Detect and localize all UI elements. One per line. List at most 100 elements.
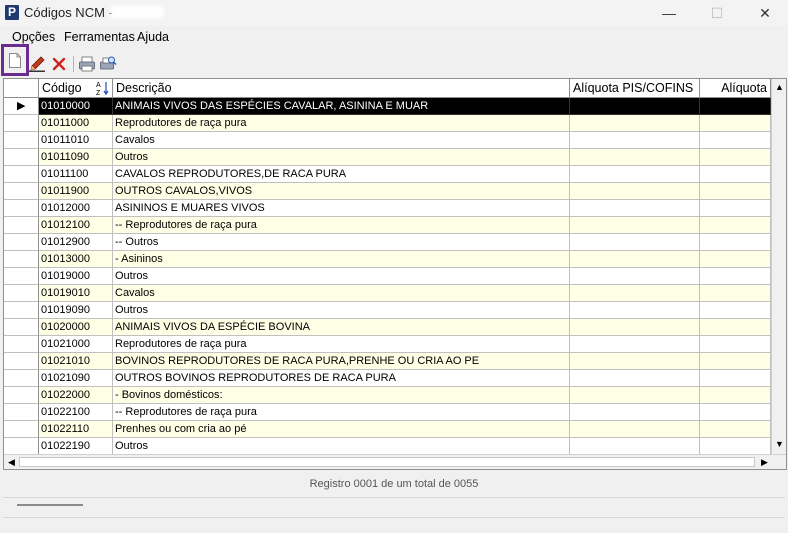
cell-descricao[interactable]: Reprodutores de raça pura — [113, 115, 570, 132]
cell-aliquota-pis-cofins[interactable] — [570, 166, 700, 183]
scroll-up-icon[interactable]: ▲ — [772, 80, 786, 95]
table-row[interactable]: 01012000 ASININOS E MUARES VIVOS — [4, 200, 771, 217]
cell-descricao[interactable]: BOVINOS REPRODUTORES DE RACA PURA,PRENHE… — [113, 353, 570, 370]
table-row[interactable]: 01011010 Cavalos — [4, 132, 771, 149]
cell-aliquota-pis-cofins[interactable] — [570, 421, 700, 438]
cell-codigo[interactable]: 01020000 — [39, 319, 113, 336]
row-indicator[interactable] — [4, 132, 39, 149]
cell-aliquota[interactable] — [700, 98, 771, 115]
row-indicator[interactable] — [4, 319, 39, 336]
table-row[interactable]: 01012100 -- Reprodutores de raça pura — [4, 217, 771, 234]
cell-aliquota[interactable] — [700, 268, 771, 285]
cell-aliquota-pis-cofins[interactable] — [570, 370, 700, 387]
cell-aliquota[interactable] — [700, 285, 771, 302]
table-row[interactable]: 01020000 ANIMAIS VIVOS DA ESPÉCIE BOVINA — [4, 319, 771, 336]
table-row[interactable]: 01022190 Outros — [4, 438, 771, 455]
cell-descricao[interactable]: ASININOS E MUARES VIVOS — [113, 200, 570, 217]
cell-descricao[interactable]: Reprodutores de raça pura — [113, 336, 570, 353]
minimize-button[interactable]: — — [646, 0, 692, 26]
row-indicator[interactable] — [4, 183, 39, 200]
row-indicator[interactable] — [4, 115, 39, 132]
row-indicator[interactable] — [4, 217, 39, 234]
cell-aliquota-pis-cofins[interactable] — [570, 302, 700, 319]
horizontal-scroll-thumb[interactable] — [19, 457, 755, 467]
close-button[interactable]: ✕ — [742, 0, 788, 26]
column-header-codigo[interactable]: Código AZ — [39, 79, 113, 97]
cell-aliquota[interactable] — [700, 217, 771, 234]
row-indicator[interactable] — [4, 421, 39, 438]
cell-aliquota-pis-cofins[interactable] — [570, 319, 700, 336]
cell-codigo[interactable]: 01011000 — [39, 115, 113, 132]
cell-aliquota[interactable] — [700, 115, 771, 132]
row-indicator[interactable] — [4, 438, 39, 455]
table-row[interactable]: 01022000- Bovinos domésticos: — [4, 387, 771, 404]
cell-aliquota[interactable] — [700, 251, 771, 268]
vertical-scrollbar[interactable]: ▲ ▼ — [771, 79, 786, 454]
cell-codigo[interactable]: 01022000 — [39, 387, 113, 404]
cell-aliquota-pis-cofins[interactable] — [570, 336, 700, 353]
cell-codigo[interactable]: 01022110 — [39, 421, 113, 438]
cell-aliquota[interactable] — [700, 319, 771, 336]
scroll-down-icon[interactable]: ▼ — [772, 437, 786, 452]
cell-descricao[interactable]: -- Reprodutores de raça pura — [113, 217, 570, 234]
table-row[interactable]: 01012900 -- Outros — [4, 234, 771, 251]
row-indicator[interactable] — [4, 353, 39, 370]
row-indicator[interactable] — [4, 302, 39, 319]
cell-aliquota[interactable] — [700, 421, 771, 438]
cell-aliquota-pis-cofins[interactable] — [570, 183, 700, 200]
cell-aliquota-pis-cofins[interactable] — [570, 285, 700, 302]
cell-aliquota[interactable] — [700, 370, 771, 387]
maximize-button[interactable]: ☐ — [694, 0, 740, 26]
cell-codigo[interactable]: 01019000 — [39, 268, 113, 285]
cell-codigo[interactable]: 01021090 — [39, 370, 113, 387]
table-row[interactable]: 01011090 Outros — [4, 149, 771, 166]
row-indicator[interactable] — [4, 251, 39, 268]
cell-codigo[interactable]: 01021000 — [39, 336, 113, 353]
cell-codigo[interactable]: 01019010 — [39, 285, 113, 302]
cell-descricao[interactable]: -- Reprodutores de raça pura — [113, 404, 570, 421]
cell-codigo[interactable]: 01011010 — [39, 132, 113, 149]
column-header-aliquota-pis-cofins[interactable]: Alíquota PIS/COFINS — [570, 79, 700, 97]
row-indicator[interactable] — [4, 404, 39, 421]
cell-aliquota[interactable] — [700, 149, 771, 166]
delete-button[interactable] — [49, 54, 69, 74]
row-indicator[interactable] — [4, 336, 39, 353]
table-row[interactable]: 01011900 OUTROS CAVALOS,VIVOS — [4, 183, 771, 200]
cell-aliquota[interactable] — [700, 404, 771, 421]
cell-aliquota[interactable] — [700, 353, 771, 370]
table-row[interactable]: 01011000 Reprodutores de raça pura — [4, 115, 771, 132]
cell-aliquota[interactable] — [700, 166, 771, 183]
table-row[interactable]: 01019010 Cavalos — [4, 285, 771, 302]
edit-button[interactable] — [27, 54, 47, 74]
cell-aliquota-pis-cofins[interactable] — [570, 132, 700, 149]
row-indicator[interactable] — [4, 370, 39, 387]
cell-descricao[interactable]: OUTROS BOVINOS REPRODUTORES DE RACA PURA — [113, 370, 570, 387]
cell-aliquota[interactable] — [700, 387, 771, 404]
cell-aliquota-pis-cofins[interactable] — [570, 353, 700, 370]
row-indicator[interactable] — [4, 234, 39, 251]
print-button[interactable] — [77, 54, 97, 74]
cell-codigo[interactable]: 01011100 — [39, 166, 113, 183]
cell-aliquota-pis-cofins[interactable] — [570, 149, 700, 166]
cell-descricao[interactable]: Prenhes ou com cria ao pé — [113, 421, 570, 438]
table-row[interactable]: 01011100 CAVALOS REPRODUTORES,DE RACA PUR… — [4, 166, 771, 183]
cell-descricao[interactable]: Cavalos — [113, 132, 570, 149]
cell-aliquota-pis-cofins[interactable] — [570, 268, 700, 285]
cell-descricao[interactable]: OUTROS CAVALOS,VIVOS — [113, 183, 570, 200]
cell-codigo[interactable]: 01022190 — [39, 438, 113, 455]
table-row[interactable]: 01021090 OUTROS BOVINOS REPRODUTORES DE R… — [4, 370, 771, 387]
row-indicator[interactable] — [4, 200, 39, 217]
cell-aliquota-pis-cofins[interactable] — [570, 251, 700, 268]
scroll-left-icon[interactable]: ◀ — [4, 455, 19, 469]
cell-aliquota[interactable] — [700, 183, 771, 200]
cell-codigo[interactable]: 01011090 — [39, 149, 113, 166]
cell-descricao[interactable]: Outros — [113, 149, 570, 166]
cell-descricao[interactable]: -- Outros — [113, 234, 570, 251]
table-row[interactable]: 01013000- Asininos — [4, 251, 771, 268]
cell-codigo[interactable]: 01022100 — [39, 404, 113, 421]
new-button[interactable] — [1, 44, 29, 76]
cell-aliquota-pis-cofins[interactable] — [570, 217, 700, 234]
menu-ajuda[interactable]: Ajuda — [137, 30, 169, 44]
column-header-descricao[interactable]: Descrição — [113, 79, 570, 97]
row-indicator[interactable] — [4, 285, 39, 302]
